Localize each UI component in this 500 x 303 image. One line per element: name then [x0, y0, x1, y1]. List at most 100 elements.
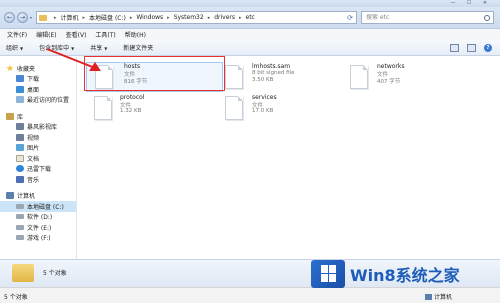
item-count: 5 个对象 [43, 270, 67, 277]
status-location: 计算机 [425, 292, 452, 301]
close-button[interactable]: ✕ [478, 0, 492, 7]
breadcrumb-windows[interactable]: Windows [136, 14, 163, 21]
nav-favorites-label: 收藏夹 [17, 65, 36, 73]
help-icon[interactable]: ? [484, 44, 492, 52]
breadcrumb-computer[interactable]: 计算机 [61, 13, 79, 22]
nav-libraries-label: 库 [17, 113, 24, 121]
documents-icon [16, 154, 24, 162]
star-icon [6, 64, 14, 72]
file-name: hosts [124, 63, 141, 70]
maximize-button[interactable]: ☐ [462, 0, 476, 7]
breadcrumb-separator-icon[interactable]: ▸ [83, 15, 86, 21]
nav-item-recent-places[interactable]: 最近访问的位置 [0, 95, 76, 106]
file-icon [225, 65, 243, 89]
music-icon [16, 175, 24, 183]
nav-item-music[interactable]: 音乐 [0, 174, 76, 185]
nav-item-label: 迅雷下载 [27, 166, 52, 174]
file-icon [225, 96, 243, 120]
recent-pages-dropdown-icon[interactable]: ▾ [30, 15, 32, 20]
file-item-protocol[interactable]: protocol 文件 1.32 KB [94, 94, 224, 124]
nav-item-drive-f[interactable]: 游戏 (F:) [0, 233, 76, 244]
video-icon [16, 133, 24, 141]
file-type: 8 bit signed file [252, 70, 295, 76]
back-button[interactable]: ← [4, 12, 15, 23]
drive-icon [16, 203, 24, 209]
menu-help[interactable]: 帮助(H) [125, 30, 146, 39]
nav-item-label: 音乐 [27, 176, 40, 184]
menu-view[interactable]: 查看(V) [66, 30, 87, 39]
nav-item-drive-c[interactable]: 本地磁盘 (C:) [0, 201, 76, 212]
desktop-icon [16, 85, 24, 93]
nav-item-thunder-downloads[interactable]: 迅雷下载 [0, 164, 76, 175]
nav-item-label: 软件 (D:) [27, 214, 53, 222]
nav-item-drive-d[interactable]: 软件 (D:) [0, 212, 76, 223]
menu-tools[interactable]: 工具(T) [95, 30, 115, 39]
new-folder-button[interactable]: 新建文件夹 [123, 43, 153, 52]
forward-button[interactable]: → [17, 12, 28, 23]
nav-item-pictures[interactable]: 图片 [0, 143, 76, 154]
nav-item-documents[interactable]: 文档 [0, 153, 76, 164]
include-in-library-label: 包含到库中 [39, 45, 70, 52]
include-in-library-button[interactable]: 包含到库中 ▼ [39, 43, 74, 52]
nav-item-downloads[interactable]: 下载 [0, 74, 76, 85]
nav-computer[interactable]: 计算机 [0, 191, 76, 202]
nav-item-videos[interactable]: 视频 [0, 132, 76, 143]
drive-icon [16, 235, 24, 241]
organize-button[interactable]: 组织 ▼ [6, 43, 23, 52]
navigation-pane: 收藏夹 下载 桌面 最近访问的位置 库 暴风影视库 视频 图片 文档 迅雷下载 … [0, 57, 77, 259]
address-box[interactable]: ▸ 计算机 ▸ 本地磁盘 (C:) ▸ Windows ▸ System32 ▸… [36, 11, 357, 24]
file-icon [95, 65, 113, 89]
file-item-networks[interactable]: networks 文件 407 字节 [350, 63, 480, 93]
breadcrumb-system32[interactable]: System32 [174, 14, 204, 21]
nav-item-label: 本地磁盘 (C:) [27, 203, 64, 211]
organize-label: 组织 [6, 45, 19, 52]
nav-libraries[interactable]: 库 [0, 111, 76, 122]
chevron-down-icon: ▼ [71, 46, 75, 51]
nav-item-desktop[interactable]: 桌面 [0, 84, 76, 95]
breadcrumb-drivers[interactable]: drivers [214, 14, 235, 21]
nav-item-label: 暴风影视库 [27, 124, 58, 132]
breadcrumb-separator-icon[interactable]: ▸ [239, 15, 242, 21]
file-item-services[interactable]: services 文件 17.0 KB [225, 94, 355, 124]
breadcrumb-separator-icon[interactable]: ▸ [167, 15, 170, 21]
menu-bar: 文件(F) 编辑(E) 查看(V) 工具(T) 帮助(H) [0, 29, 500, 40]
search-icon[interactable] [484, 15, 490, 21]
minimize-button[interactable]: — [446, 0, 460, 7]
nav-item-label: 视频 [27, 134, 40, 142]
search-input[interactable] [366, 14, 484, 21]
change-view-icon[interactable] [450, 44, 459, 52]
media-library-icon [16, 123, 24, 131]
drive-icon [16, 214, 24, 220]
nav-favorites[interactable]: 收藏夹 [0, 63, 76, 74]
preview-pane-icon[interactable] [467, 44, 476, 52]
search-box[interactable] [361, 11, 494, 24]
file-size: 816 字节 [124, 79, 148, 85]
breadcrumb-local-disk-c[interactable]: 本地磁盘 (C:) [89, 13, 126, 22]
nav-item-label: 文档 [27, 155, 40, 163]
menu-file[interactable]: 文件(F) [7, 30, 27, 39]
breadcrumb-separator-icon[interactable]: ▸ [208, 15, 211, 21]
file-list: hosts 文件 816 字节 lmhosts.sam 8 bit signed… [78, 57, 500, 259]
file-item-lmhosts[interactable]: lmhosts.sam 8 bit signed file 3.50 KB [225, 63, 355, 93]
nav-item-label: 最近访问的位置 [27, 97, 70, 105]
breadcrumb-separator-icon[interactable]: ▸ [54, 15, 57, 21]
title-bar: — ☐ ✕ [0, 0, 500, 7]
breadcrumb-etc[interactable]: etc [246, 14, 255, 21]
file-size: 407 字节 [377, 79, 401, 85]
nav-item-label: 图片 [27, 145, 40, 153]
file-icon [350, 65, 368, 89]
nav-item-baofeng-library[interactable]: 暴风影视库 [0, 122, 76, 133]
nav-item-drive-e[interactable]: 文件 (E:) [0, 222, 76, 233]
share-label: 共享 [90, 45, 103, 52]
menu-edit[interactable]: 编辑(E) [36, 30, 56, 39]
refresh-icon[interactable]: ⟳ [347, 14, 353, 22]
watermark-text: Win8系统之家 [350, 266, 460, 285]
thunder-icon [16, 165, 24, 173]
status-item-count: 5 个对象 [4, 294, 28, 301]
folder-icon [12, 264, 34, 282]
share-button[interactable]: 共享 ▼ [90, 43, 107, 52]
file-size: 17.0 KB [252, 108, 274, 114]
file-icon [94, 96, 112, 120]
breadcrumb-separator-icon[interactable]: ▸ [130, 15, 133, 21]
file-item-hosts[interactable]: hosts 文件 816 字节 [86, 62, 223, 92]
